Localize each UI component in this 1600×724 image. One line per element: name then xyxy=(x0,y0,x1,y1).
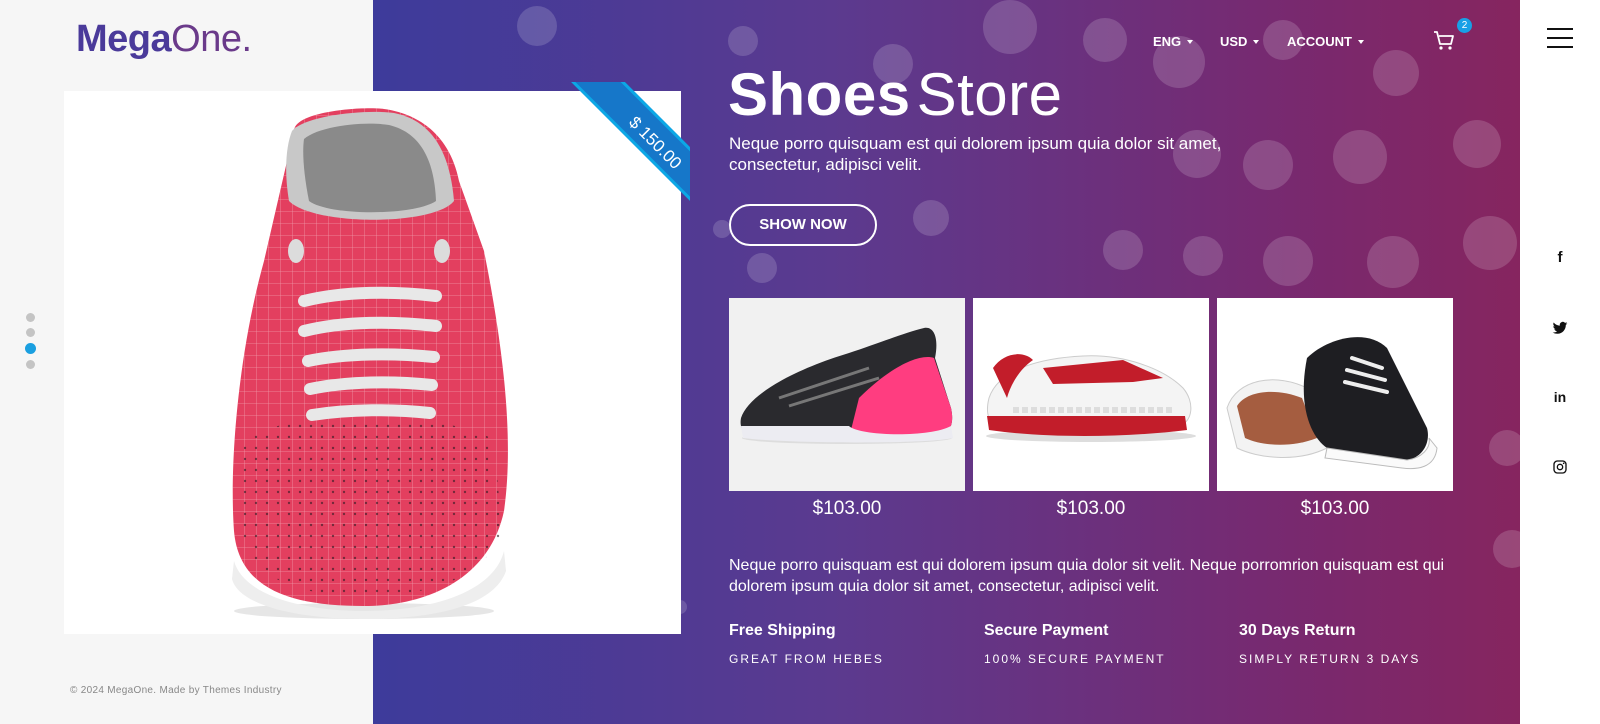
language-label: ENG xyxy=(1153,34,1182,49)
right-rail xyxy=(1520,0,1600,724)
copyright-text: © 2024 MegaOne. Made by Themes Industry xyxy=(70,685,282,696)
logo-light: One. xyxy=(171,18,252,60)
product-thumbnail[interactable] xyxy=(729,298,965,491)
chevron-down-icon xyxy=(1187,39,1194,44)
feature-subtitle: 100% SECURE PAYMENT xyxy=(984,652,1166,666)
featured-price-tag: $ 150.00 xyxy=(569,82,690,229)
store-description: Neque porro quisquam est qui dolorem ips… xyxy=(729,557,1445,595)
page-title: Shoes Store xyxy=(728,60,1062,129)
currency-label: USD xyxy=(1220,34,1248,49)
feature-title: 30 Days Return xyxy=(1239,622,1356,639)
feature-secure-payment: Secure Payment 100% SECURE PAYMENT xyxy=(984,622,1166,666)
cart-icon[interactable] xyxy=(1432,28,1456,52)
product-thumbnail[interactable] xyxy=(1217,298,1453,491)
pink-black-sneaker-image xyxy=(740,327,953,444)
logo-bold: Mega xyxy=(76,18,172,60)
currency-dropdown[interactable]: USD xyxy=(1220,34,1260,49)
show-now-button[interactable]: SHOW NOW xyxy=(729,204,877,246)
account-label: ACCOUNT xyxy=(1287,34,1352,49)
cart-count-badge: 2 xyxy=(1457,18,1472,33)
account-dropdown[interactable]: ACCOUNT xyxy=(1287,34,1364,49)
slider-dot[interactable] xyxy=(26,328,35,337)
chevron-down-icon xyxy=(1358,39,1364,44)
instagram-icon[interactable] xyxy=(1552,459,1568,475)
language-dropdown[interactable]: ENG xyxy=(1153,34,1194,49)
slider-dot[interactable] xyxy=(26,313,35,322)
price-ribbon: $ 150.00 xyxy=(540,82,690,232)
slider-dot-active[interactable] xyxy=(25,343,36,354)
feature-subtitle: GREAT FROM HEBES xyxy=(729,652,884,666)
black-canvas-shoe-image xyxy=(1226,337,1438,470)
product-price: $103.00 xyxy=(1300,498,1370,519)
red-white-sneaker-image xyxy=(986,354,1196,442)
feature-30-days-return: 30 Days Return SIMPLY RETURN 3 DAYS xyxy=(1239,622,1420,666)
feature-title: Free Shipping xyxy=(729,622,836,639)
linkedin-icon[interactable]: in xyxy=(1552,389,1568,405)
feature-free-shipping: Free Shipping GREAT FROM HEBES xyxy=(729,622,884,666)
chevron-down-icon xyxy=(1253,39,1260,44)
title-bold: Shoes xyxy=(728,61,911,128)
brand-logo[interactable]: MegaOne. xyxy=(76,18,252,61)
slider-dot[interactable] xyxy=(26,360,35,369)
hero-subtitle: Neque porro quisquam est qui dolorem ips… xyxy=(729,134,1222,174)
title-light: Store xyxy=(916,61,1063,128)
facebook-icon[interactable]: f xyxy=(1552,249,1568,266)
slider-dots xyxy=(25,313,36,375)
feature-title: Secure Payment xyxy=(984,622,1109,639)
feature-subtitle: SIMPLY RETURN 3 DAYS xyxy=(1239,652,1421,666)
product-price: $103.00 xyxy=(812,498,882,519)
hamburger-menu-icon[interactable] xyxy=(1547,28,1573,55)
product-price: $103.00 xyxy=(1056,498,1126,519)
twitter-icon[interactable] xyxy=(1552,320,1568,336)
product-thumbnail[interactable] xyxy=(973,298,1209,491)
